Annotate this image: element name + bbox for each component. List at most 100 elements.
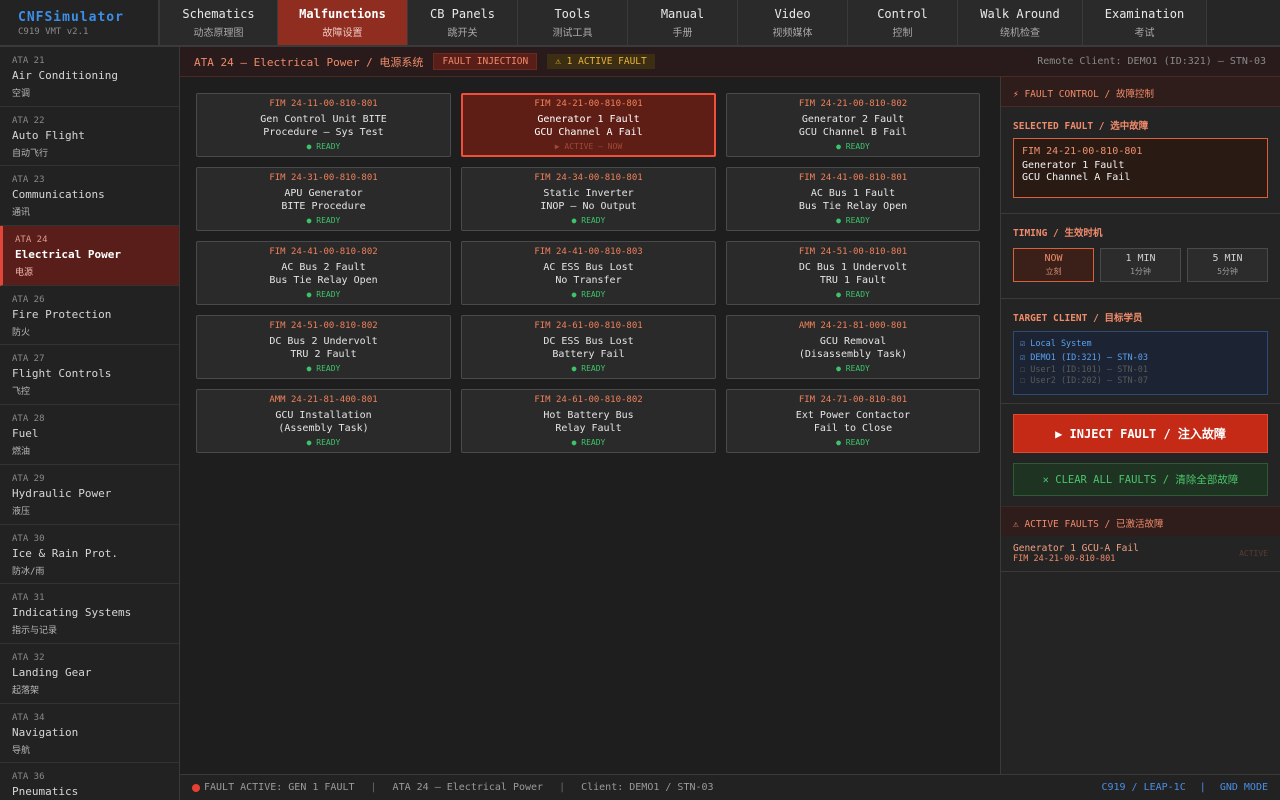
selected-fault-section: SELECTED FAULT / 选中故障 FIM 24-21-00-810-8… [1001,107,1280,214]
client-checkbox-demo1[interactable]: ☑ DEMO1 (ID:321) — STN-03 [1020,351,1261,365]
timing-label: TIMING / 生效时机 [1013,228,1103,239]
ata-code: ATA 23 [12,175,45,186]
sidebar-item-ata-36[interactable]: ATA 36 Pneumatics [0,763,179,800]
timing-now-button[interactable]: NOW 立刻 [1013,248,1094,282]
tab-video[interactable]: Video 视频媒体 [738,0,848,45]
fault-code: FIM 24-51-00-810-801 [798,247,908,257]
fault-subtitle: Bus Tie Relay Open [798,201,908,212]
timing-option-sub: 5分钟 [1217,267,1238,276]
timing-option-label: NOW [1044,253,1063,264]
fault-title: Hot Battery Bus [543,410,634,421]
inject-fault-button[interactable]: ▶ INJECT FAULT / 注入故障 [1013,414,1268,453]
fault-code: FIM 24-71-00-810-801 [798,395,908,405]
fault-code: FIM 24-61-00-810-802 [534,395,643,405]
fault-status: ● READY [571,438,606,447]
sidebar-item-ata-22[interactable]: ATA 22 Auto Flight 自动飞行 [0,107,179,167]
fault-title: Ext Power Contactor [795,410,911,421]
fault-subtitle: GCU Channel A Fail [534,127,643,138]
sidebar-item-ata-34[interactable]: ATA 34 Navigation 导航 [0,704,179,764]
ata-code: ATA 31 [12,593,45,604]
fault-title: Generator 2 Fault [801,114,905,125]
fault-control-header: ⚡ FAULT CONTROL / 故障控制 [1001,77,1280,107]
tab-label: Malfunctions [299,6,386,21]
ata-title: Auto Flight [12,128,85,142]
fault-code: FIM 24-61-00-810-801 [534,321,643,331]
tab-control[interactable]: Control 控制 [848,0,958,45]
fault-title: AC ESS Bus Lost [543,262,634,273]
sidebar-item-ata-26[interactable]: ATA 26 Fire Protection 防火 [0,286,179,346]
fault-subtitle: Bus Tie Relay Open [269,275,378,286]
sidebar-item-ata-30[interactable]: ATA 30 Ice & Rain Prot. 防冰/雨 [0,525,179,585]
client-checkbox-local[interactable]: ☑ Local System [1020,337,1261,351]
tab-schematics[interactable]: Schematics 动态原理图 [160,0,278,45]
fault-card[interactable]: FIM 24-61-00-810-802 Hot Battery Bus Rel… [461,389,716,453]
clear-all-faults-button[interactable]: ✕ CLEAR ALL FAULTS / 清除全部故障 [1013,463,1268,496]
fault-title: GCU Removal [819,336,887,347]
fault-status: ● READY [306,364,341,373]
fault-subtitle: Battery Fail [552,349,625,360]
ata-code: ATA 24 [15,235,48,246]
tab-examination[interactable]: Examination 考试 [1083,0,1207,45]
fault-card[interactable]: FIM 24-31-00-810-801 APU Generator BITE … [196,167,451,231]
client-checkbox-user1[interactable]: ☐ User1 (ID:101) — STN-01 [1020,365,1261,375]
sidebar-item-ata-23[interactable]: ATA 23 Communications 通讯 [0,166,179,227]
ata-title: Ice & Rain Prot. [12,546,118,560]
sidebar-item-ata-32[interactable]: ATA 32 Landing Gear 起落架 [0,644,179,704]
sidebar-item-ata-29[interactable]: ATA 29 Hydraulic Power 液压 [0,465,179,525]
fault-status-dot-icon [192,783,200,792]
tab-cb-panels[interactable]: CB Panels 跳开关 [408,0,518,45]
fault-card[interactable]: FIM 24-71-00-810-801 Ext Power Contactor… [726,389,980,453]
fault-status: ● READY [571,216,606,225]
tab-walk-around[interactable]: Walk Around 绕机检查 [958,0,1083,45]
fault-card[interactable]: FIM 24-61-00-810-801 DC ESS Bus Lost Bat… [461,315,716,379]
fault-card[interactable]: FIM 24-11-00-810-801 Gen Control Unit BI… [196,93,451,157]
client-checkbox-user2[interactable]: ☐ User2 (ID:202) — STN-07 [1020,375,1261,387]
fault-card[interactable]: FIM 24-51-00-810-801 DC Bus 1 Undervolt … [726,241,980,305]
ata-title-zh: 导航 [12,745,31,756]
sidebar-item-ata-24[interactable]: ATA 24 Electrical Power 电源 [0,226,179,286]
active-faults-header: ⚠ ACTIVE FAULTS / 已激活故障 [1001,506,1280,536]
ata-title: Navigation [12,725,79,739]
fault-card[interactable]: AMM 24-21-81-000-801 GCU Removal (Disass… [726,315,980,379]
timing-option-sub: 1分钟 [1130,267,1151,276]
fault-card[interactable]: FIM 24-41-00-810-801 AC Bus 1 Fault Bus … [726,167,980,231]
active-fault-item[interactable]: Generator 1 GCU-A Fail FIM 24-21-00-810-… [1001,536,1280,572]
ata-sidebar: ATA 21 Air Conditioning 空调 ATA 22 Auto F… [0,47,180,800]
sidebar-item-ata-21[interactable]: ATA 21 Air Conditioning 空调 [0,47,179,107]
tab-malfunctions[interactable]: Malfunctions 故障设置 [278,0,408,45]
fault-subtitle: GCU Channel B Fail [798,127,908,138]
timing-option-label: 1 MIN [1125,253,1156,264]
fault-card[interactable]: FIM 24-41-00-810-802 AC Bus 2 Fault Bus … [196,241,451,305]
tab-label: Control [877,6,928,21]
fault-card-selected[interactable]: FIM 24-21-00-810-801 Generator 1 Fault G… [461,93,716,157]
ata-code: ATA 29 [12,473,45,484]
sidebar-item-ata-27[interactable]: ATA 27 Flight Controls 飞控 [0,345,179,406]
fault-card[interactable]: FIM 24-41-00-810-803 AC ESS Bus Lost No … [461,241,716,305]
sidebar-item-ata-28[interactable]: ATA 28 Fuel 燃油 [0,405,179,465]
ata-code: ATA 30 [12,533,45,544]
fault-status: ● READY [571,364,606,373]
client-list: ☑ Local System ☑ DEMO1 (ID:321) — STN-03… [1013,331,1268,395]
status-bar: FAULT ACTIVE: GEN 1 FAULT | ATA 24 — Ele… [180,774,1280,800]
fault-subtitle: TRU 1 Fault [819,275,887,286]
fault-card[interactable]: AMM 24-21-81-400-801 GCU Installation (A… [196,389,451,453]
fault-status: ▶ ACTIVE — NOW [554,142,623,151]
top-nav-bar: CNFSimulator C919 VMT v2.1 Schematics 动态… [0,0,1280,47]
tab-label: CB Panels [429,6,496,21]
fault-subtitle: TRU 2 Fault [290,349,357,360]
tab-manual[interactable]: Manual 手册 [628,0,738,45]
ata-title: Landing Gear [12,665,92,679]
fault-card[interactable]: FIM 24-34-00-810-801 Static Inverter INO… [461,167,716,231]
fault-code: FIM 24-11-00-810-801 [269,99,378,109]
tab-tools[interactable]: Tools 测试工具 [518,0,628,45]
fault-status: ● READY [306,216,341,225]
sidebar-item-ata-31[interactable]: ATA 31 Indicating Systems 指示与记录 [0,584,179,644]
timing-5min-button[interactable]: 5 MIN 5分钟 [1187,248,1268,282]
fault-title: DC ESS Bus Lost [543,336,634,347]
timing-1min-button[interactable]: 1 MIN 1分钟 [1100,248,1181,282]
ata-title: Pneumatics [12,785,79,799]
fault-injection-badge: FAULT INJECTION [433,53,538,70]
fault-card[interactable]: FIM 24-21-00-810-802 Generator 2 Fault G… [726,93,980,157]
fault-card[interactable]: FIM 24-51-00-810-802 DC Bus 2 Undervolt … [196,315,451,379]
brand-logo: CNFSimulator C919 VMT v2.1 [0,0,160,45]
